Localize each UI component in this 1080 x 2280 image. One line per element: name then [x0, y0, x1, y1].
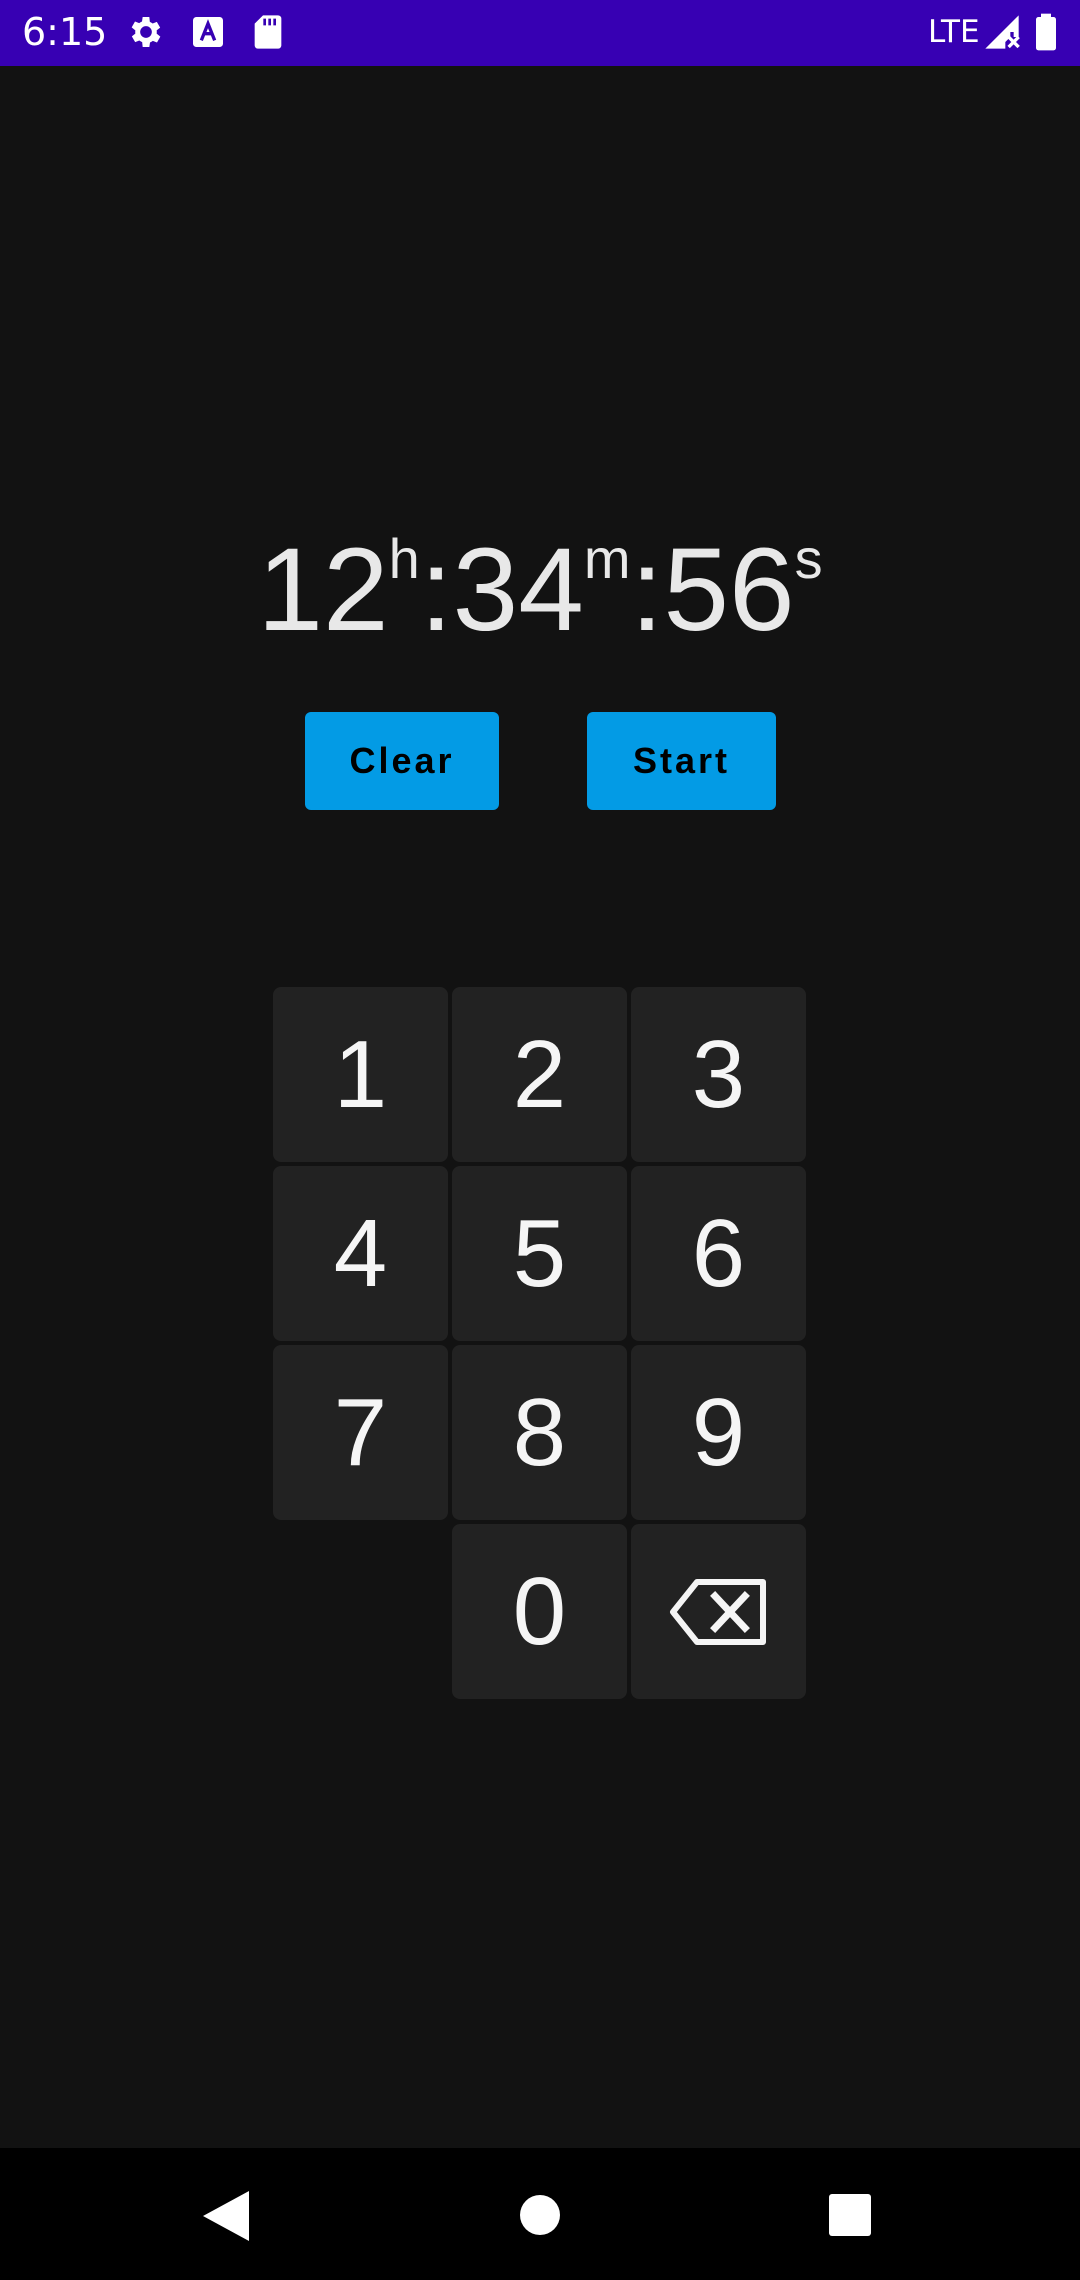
- timer-minutes: 34: [452, 524, 584, 656]
- key-3[interactable]: 3: [631, 987, 806, 1162]
- status-time: 6:15: [22, 10, 108, 54]
- recents-icon[interactable]: [829, 2194, 871, 2236]
- status-bar: 6:15 LTE: [0, 0, 1080, 66]
- key-6[interactable]: 6: [631, 1166, 806, 1341]
- timer-display: 12h:34m:56s: [0, 520, 1080, 660]
- timer-seconds-unit: s: [794, 527, 823, 590]
- gear-icon: [126, 12, 166, 52]
- backspace-button[interactable]: [631, 1524, 806, 1699]
- navigation-bar: [0, 2148, 1080, 2280]
- clear-button[interactable]: Clear: [305, 712, 499, 810]
- a-notification-icon: [188, 12, 228, 52]
- key-4[interactable]: 4: [273, 1166, 448, 1341]
- key-7[interactable]: 7: [273, 1345, 448, 1520]
- key-1[interactable]: 1: [273, 987, 448, 1162]
- start-button[interactable]: Start: [587, 712, 776, 810]
- network-type: LTE: [928, 14, 980, 50]
- timer-minutes-unit: m: [583, 527, 631, 590]
- key-5[interactable]: 5: [452, 1166, 627, 1341]
- key-9[interactable]: 9: [631, 1345, 806, 1520]
- timer-separator: :: [419, 524, 453, 656]
- home-icon[interactable]: [519, 2194, 561, 2236]
- signal-icon: [982, 12, 1022, 52]
- sd-card-icon: [248, 12, 288, 52]
- timer-hours: 12: [257, 524, 389, 656]
- back-icon[interactable]: [203, 2191, 249, 2241]
- key-8[interactable]: 8: [452, 1345, 627, 1520]
- timer-hours-unit: h: [388, 527, 420, 590]
- backspace-icon: [669, 1578, 766, 1645]
- battery-icon: [1032, 12, 1060, 52]
- timer-separator-2: :: [630, 524, 664, 656]
- key-2[interactable]: 2: [452, 987, 627, 1162]
- key-0[interactable]: 0: [452, 1524, 627, 1699]
- timer-seconds: 56: [663, 524, 795, 656]
